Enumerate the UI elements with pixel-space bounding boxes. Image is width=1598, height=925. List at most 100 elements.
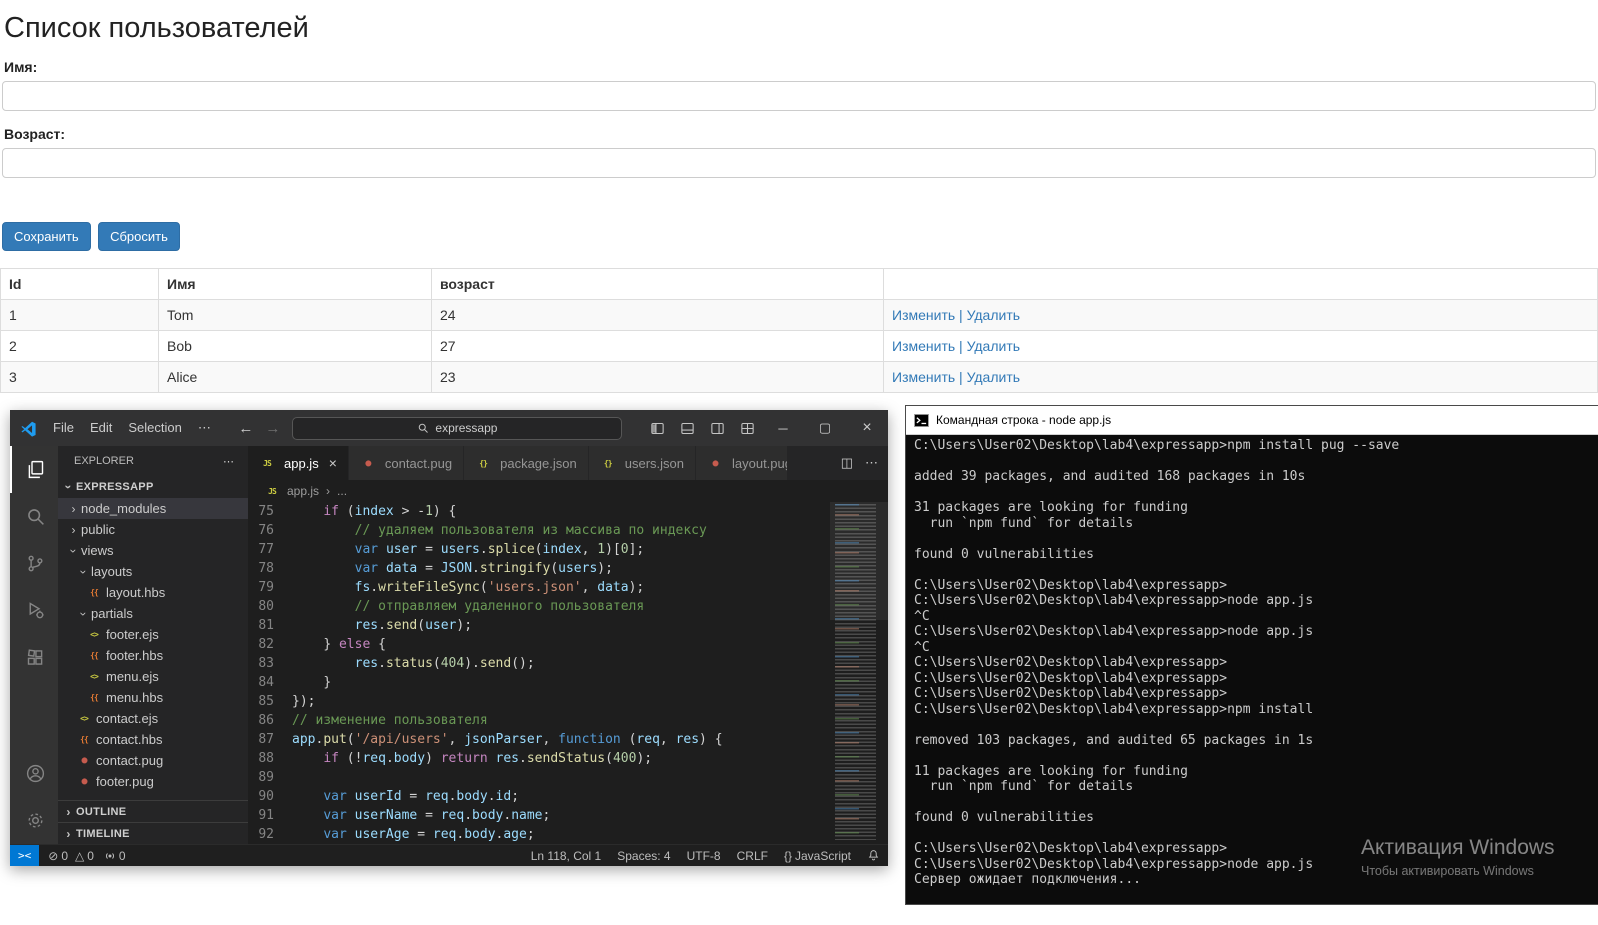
name-input[interactable] xyxy=(2,81,1596,111)
edit-link[interactable]: Изменить xyxy=(892,338,955,354)
terminal-line xyxy=(914,562,1596,578)
workspace-section-header[interactable]: › EXPRESSAPP xyxy=(58,476,248,498)
file-footer.ejs[interactable]: <>footer.ejs xyxy=(58,624,248,645)
forward-arrow-icon[interactable]: → xyxy=(265,420,280,437)
file-contact.hbs[interactable]: {{contact.hbs xyxy=(58,729,248,750)
age-input[interactable] xyxy=(2,148,1596,178)
encoding[interactable]: UTF-8 xyxy=(679,849,729,863)
chevron-down-icon: › xyxy=(67,543,81,558)
menubar: FileEditSelection⋯ xyxy=(45,420,219,436)
search-sidebar-icon[interactable] xyxy=(10,493,58,540)
minimize-button[interactable]: ─ xyxy=(762,410,804,446)
split-editor-icon[interactable]: ◫ xyxy=(841,455,853,471)
delete-link[interactable]: Удалить xyxy=(967,338,1020,354)
cell-name: Bob xyxy=(159,331,432,362)
language-mode[interactable]: {} JavaScript xyxy=(776,849,859,863)
chevron-down-icon: › xyxy=(77,564,91,579)
minimap[interactable] xyxy=(830,502,888,844)
tab-layout.pug[interactable]: ●layout.pug xyxy=(696,446,788,480)
cursor-position[interactable]: Ln 118, Col 1 xyxy=(523,849,610,863)
error-icon: ⊘ xyxy=(48,849,58,863)
explorer-header-label: EXPLORER xyxy=(74,455,134,467)
file-menu.ejs[interactable]: <>menu.ejs xyxy=(58,666,248,687)
notifications-bell-icon[interactable] xyxy=(859,849,888,862)
vscode-titlebar[interactable]: FileEditSelection⋯ ← → expressapp xyxy=(10,410,888,446)
folder-partials[interactable]: ›partials xyxy=(58,603,248,624)
close-tab-icon[interactable]: × xyxy=(329,455,337,471)
problems-indicator[interactable]: ⊘ 0 △ 0 xyxy=(43,845,99,866)
cmd-titlebar[interactable]: Командная строка - node app.js xyxy=(906,406,1598,435)
terminal-line: C:\Users\User02\Desktop\lab4\expressapp> xyxy=(914,686,1596,702)
code-text: app.put('/api/users', jsonParser, functi… xyxy=(292,730,723,749)
tab-app.js[interactable]: JSapp.js× xyxy=(248,446,349,480)
delete-link[interactable]: Удалить xyxy=(967,369,1020,385)
tab-package.json[interactable]: {}package.json xyxy=(464,446,589,480)
code-text: // удаляем пользователя из массива по ин… xyxy=(292,521,707,540)
terminal-line: Сервер ожидает подключения... xyxy=(914,872,1596,888)
close-button[interactable]: × xyxy=(846,410,888,446)
command-center-search[interactable]: expressapp xyxy=(292,417,622,440)
toggle-panel-icon[interactable] xyxy=(672,421,702,436)
account-icon[interactable] xyxy=(10,750,58,797)
settings-gear-icon[interactable] xyxy=(10,797,58,844)
menu-selection[interactable]: Selection xyxy=(120,420,189,436)
folder-views[interactable]: ›views xyxy=(58,540,248,561)
terminal-line: C:\Users\User02\Desktop\lab4\expressapp>… xyxy=(914,857,1596,873)
menu-edit[interactable]: Edit xyxy=(82,420,120,436)
remote-indicator[interactable]: >< xyxy=(10,845,39,866)
terminal-line: found 0 vulnerabilities xyxy=(914,547,1596,563)
tree-item-label: contact.ejs xyxy=(96,711,158,726)
run-debug-icon[interactable] xyxy=(10,587,58,634)
file-layout.hbs[interactable]: {{layout.hbs xyxy=(58,582,248,603)
save-button[interactable]: Сохранить xyxy=(2,222,91,251)
menu-⋯[interactable]: ⋯ xyxy=(190,420,219,436)
source-control-icon[interactable] xyxy=(10,540,58,587)
toggle-sidebar-icon[interactable] xyxy=(642,421,672,436)
cell-age: 27 xyxy=(432,331,884,362)
folder-node_modules[interactable]: ›node_modules xyxy=(58,498,248,519)
line-number: 83 xyxy=(248,654,292,673)
customize-layout-icon[interactable] xyxy=(732,421,762,436)
back-arrow-icon[interactable]: ← xyxy=(238,420,253,437)
reset-button[interactable]: Сбросить xyxy=(98,222,180,251)
file-footer.hbs[interactable]: {{footer.hbs xyxy=(58,645,248,666)
breadcrumb-more: ... xyxy=(337,484,347,498)
file-menu.hbs[interactable]: {{menu.hbs xyxy=(58,687,248,708)
outline-section-header[interactable]: › OUTLINE xyxy=(58,800,248,822)
explorer-icon[interactable] xyxy=(10,446,58,493)
file-footer.pug[interactable]: ●footer.pug xyxy=(58,771,248,792)
ports-indicator[interactable]: 0 xyxy=(99,845,131,866)
code-line: 82 } else { xyxy=(248,635,888,654)
delete-link[interactable]: Удалить xyxy=(967,307,1020,323)
tab-contact.pug[interactable]: ●contact.pug xyxy=(349,446,464,480)
toggle-secondary-sidebar-icon[interactable] xyxy=(702,421,732,436)
terminal-line xyxy=(914,485,1596,501)
name-label: Имя: xyxy=(4,59,1596,75)
extensions-icon[interactable] xyxy=(10,634,58,681)
maximize-button[interactable]: ▢ xyxy=(804,410,846,446)
code-editor[interactable]: 75 if (index > -1) {76 // удаляем пользо… xyxy=(248,502,888,844)
terminal-output[interactable]: C:\Users\User02\Desktop\lab4\expressapp>… xyxy=(906,435,1598,891)
breadcrumb[interactable]: JS app.js › ... xyxy=(248,480,888,502)
terminal-line xyxy=(914,795,1596,811)
outline-label: OUTLINE xyxy=(76,806,126,818)
line-number: 87 xyxy=(248,730,292,749)
folder-public[interactable]: ›public xyxy=(58,519,248,540)
indentation[interactable]: Spaces: 4 xyxy=(609,849,678,863)
edit-link[interactable]: Изменить xyxy=(892,369,955,385)
eol-sequence[interactable]: CRLF xyxy=(729,849,776,863)
file-contact.pug[interactable]: ●contact.pug xyxy=(58,750,248,771)
file-contact.ejs[interactable]: <>contact.ejs xyxy=(58,708,248,729)
line-number: 75 xyxy=(248,502,292,521)
code-line: 92 var userAge = req.body.age; xyxy=(248,825,888,844)
explorer-more-icon[interactable]: ⋯ xyxy=(223,455,234,468)
menu-file[interactable]: File xyxy=(45,420,82,436)
more-actions-icon[interactable]: ⋯ xyxy=(865,455,878,471)
tab-users.json[interactable]: {}users.json xyxy=(589,446,696,480)
code-text: var user = users.splice(index, 1)[0]; xyxy=(292,540,644,559)
edit-link[interactable]: Изменить xyxy=(892,307,955,323)
folder-layouts[interactable]: ›layouts xyxy=(58,561,248,582)
timeline-section-header[interactable]: › TIMELINE xyxy=(58,822,248,844)
tree-item-label: footer.pug xyxy=(96,774,154,789)
cmd-window: Командная строка - node app.js C:\Users\… xyxy=(905,405,1598,905)
